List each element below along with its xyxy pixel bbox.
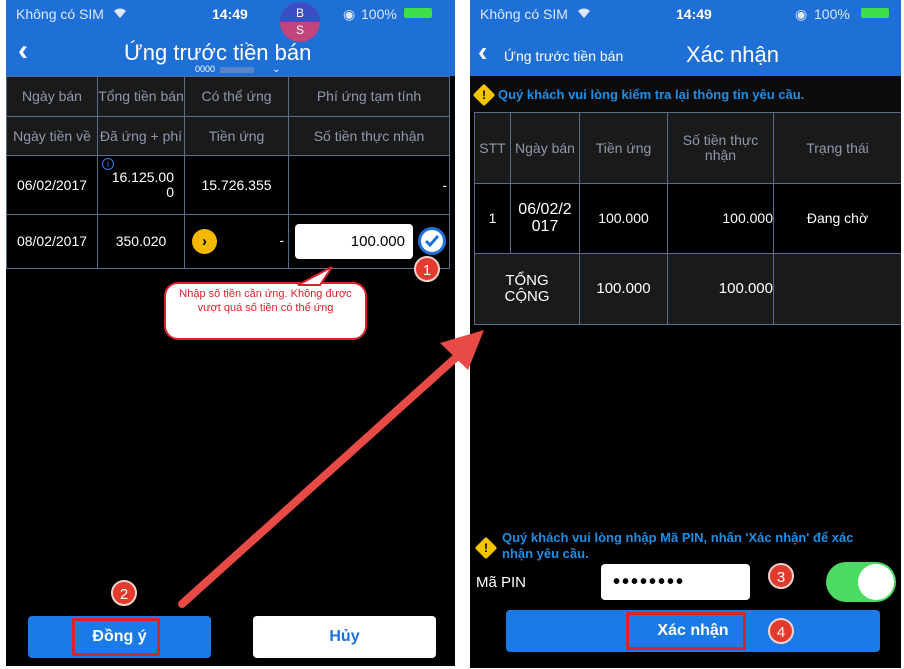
arrow-overlay: [178, 330, 484, 608]
arrow-line: [178, 348, 466, 608]
